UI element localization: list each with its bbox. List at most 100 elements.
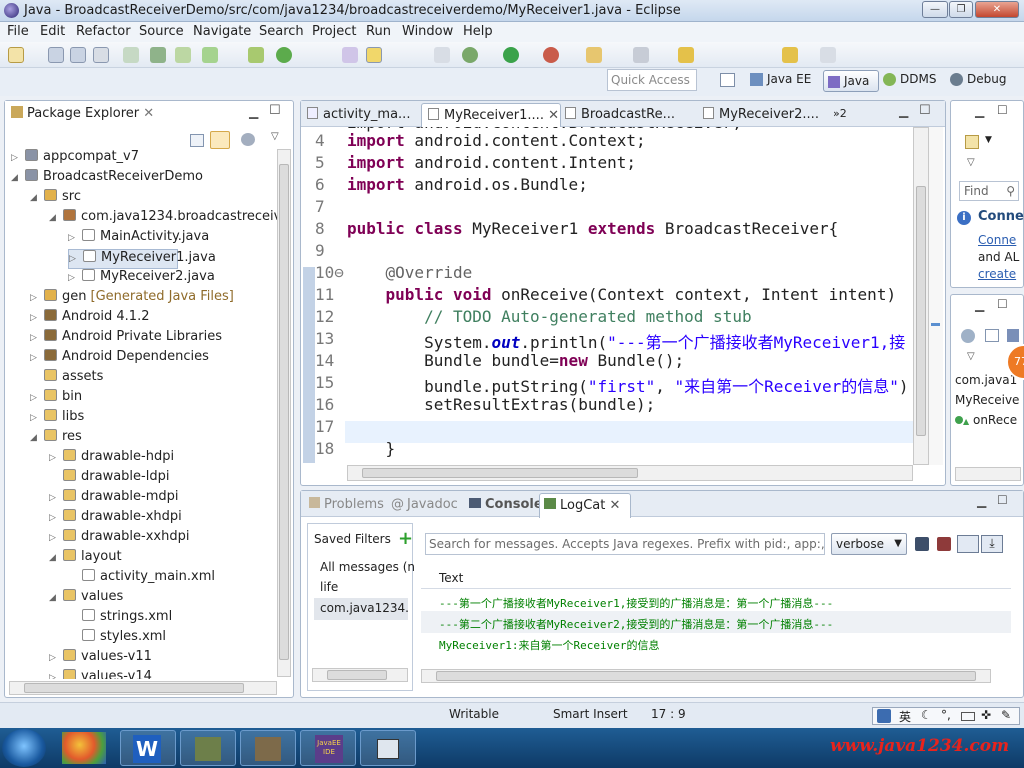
tree-item[interactable]: ▷ values-v11 bbox=[49, 649, 152, 669]
menu-refactor[interactable]: Refactor bbox=[76, 24, 131, 39]
filter-package[interactable]: com.java1234.b bbox=[314, 598, 408, 620]
close-view-icon[interactable]: ✕ bbox=[143, 106, 154, 121]
collapsed-arrow-icon[interactable]: ▷ bbox=[11, 153, 25, 163]
find-field[interactable]: Find ⚲ bbox=[959, 181, 1019, 201]
next-annotation-icon[interactable] bbox=[678, 47, 694, 63]
tree-item[interactable]: styles.xml bbox=[68, 629, 166, 649]
logcat-maximize-icon[interactable]: ☐ bbox=[997, 493, 1008, 507]
collapsed-arrow-icon[interactable]: ▷ bbox=[49, 673, 63, 679]
outline-class[interactable]: MyReceive bbox=[955, 393, 1019, 407]
collapsed-arrow-icon[interactable]: ▷ bbox=[30, 353, 44, 363]
java-project-icon[interactable] bbox=[248, 47, 264, 63]
taskbar-media-icon[interactable] bbox=[62, 732, 106, 764]
highlight-icon[interactable] bbox=[366, 47, 382, 63]
outline-minimize-icon[interactable]: ▁ bbox=[975, 298, 984, 312]
menu-edit[interactable]: Edit bbox=[40, 24, 65, 39]
filter-life[interactable]: life bbox=[320, 580, 338, 594]
editor-minimize-icon[interactable]: ▁ bbox=[899, 104, 908, 118]
bug-icon[interactable] bbox=[462, 47, 478, 63]
download-icon[interactable] bbox=[150, 47, 166, 63]
tree-item[interactable]: activity_main.xml bbox=[68, 569, 215, 589]
code-line[interactable]: import android.content.Context; bbox=[347, 131, 646, 153]
tree-item[interactable]: ▷ Android 4.1.2 bbox=[30, 309, 149, 329]
close-button[interactable]: ✕ bbox=[975, 1, 1019, 18]
minimize-button[interactable]: — bbox=[922, 1, 948, 18]
editor-maximize-icon[interactable]: ☐ bbox=[919, 103, 931, 118]
scroll-lock-icon[interactable]: ⤓ bbox=[981, 535, 1003, 553]
collapsed-arrow-icon[interactable]: ▷ bbox=[68, 233, 82, 243]
taskbar-app-button[interactable] bbox=[360, 730, 416, 766]
tree-item[interactable]: ▷ appcompat_v7 bbox=[11, 149, 139, 169]
code-line[interactable]: bundle.putString("first", "来自第一个Receiver… bbox=[347, 373, 908, 396]
tree-item[interactable]: ◢ com.java1234.broadcastreceiver bbox=[49, 209, 277, 229]
link-editor-icon[interactable] bbox=[210, 131, 230, 149]
print-icon[interactable] bbox=[93, 47, 109, 63]
logcat-minimize-icon[interactable]: ▁ bbox=[977, 494, 986, 508]
view-minimize-icon[interactable]: ▁ bbox=[249, 105, 258, 119]
open-folder-icon[interactable] bbox=[586, 47, 602, 63]
log-hscroll-thumb[interactable] bbox=[436, 671, 976, 681]
back-icon[interactable] bbox=[782, 47, 798, 63]
overview-marker[interactable] bbox=[931, 323, 940, 326]
code-line[interactable]: import android.os.Bundle; bbox=[347, 175, 588, 197]
ime-moon-icon[interactable]: ☾ bbox=[921, 708, 932, 722]
tree-item[interactable]: ▷ MyReceiver1.java bbox=[68, 249, 216, 269]
ime-keyboard-icon[interactable] bbox=[961, 712, 975, 721]
tree-item[interactable]: ◢ src bbox=[30, 189, 81, 209]
maximize-button[interactable]: ❐ bbox=[949, 1, 973, 18]
view-menu-icon[interactable] bbox=[241, 133, 255, 146]
log-column-header[interactable]: Text bbox=[421, 567, 1011, 589]
code-line[interactable]: setResultExtras(bundle); bbox=[347, 395, 655, 417]
editor-tabs-overflow[interactable]: »2 bbox=[833, 107, 847, 129]
menu-navigate[interactable]: Navigate bbox=[193, 24, 251, 39]
toggle-filters-icon[interactable] bbox=[957, 535, 979, 553]
ime-icon[interactable] bbox=[877, 709, 891, 723]
outline-hide-fields-icon[interactable] bbox=[961, 329, 975, 343]
outline-collapse-icon[interactable] bbox=[985, 329, 999, 342]
open-type-icon[interactable] bbox=[342, 47, 358, 63]
collapsed-arrow-icon[interactable]: ▷ bbox=[49, 453, 63, 463]
android-sdk-icon[interactable] bbox=[175, 47, 191, 63]
log-hscrollbar[interactable] bbox=[421, 669, 991, 683]
tree-item[interactable]: assets bbox=[30, 369, 103, 389]
editor-hscroll-thumb[interactable] bbox=[362, 468, 638, 478]
close-logcat-icon[interactable]: ✕ bbox=[610, 498, 621, 513]
code-line[interactable]: @Override bbox=[347, 263, 473, 285]
log-search-input[interactable]: Search for messages. Accepts Java regexe… bbox=[425, 533, 825, 555]
perspective-ddms[interactable]: DDMS bbox=[883, 72, 936, 90]
tree-item[interactable]: ◢ values bbox=[49, 589, 123, 609]
save-all-icon[interactable] bbox=[70, 47, 86, 63]
code-line[interactable]: Bundle bundle=new Bundle(); bbox=[347, 351, 684, 373]
tree-item[interactable]: ▷ drawable-hdpi bbox=[49, 449, 174, 469]
code-line[interactable]: public class MyReceiver1 extends Broadca… bbox=[347, 219, 838, 241]
add-filter-icon[interactable]: + bbox=[398, 528, 413, 549]
tab-problems[interactable]: Problems bbox=[309, 497, 384, 519]
tab-logcat[interactable]: LogCat ✕ bbox=[539, 493, 631, 518]
create-link[interactable]: create bbox=[978, 267, 1016, 281]
tree-item[interactable]: ▷ MyReceiver2.java bbox=[68, 269, 215, 289]
expanded-arrow-icon[interactable]: ◢ bbox=[30, 193, 44, 203]
tree-item[interactable]: ▷ Android Dependencies bbox=[30, 349, 209, 369]
perspective-java-ee[interactable]: Java EE bbox=[750, 72, 811, 90]
tab-console[interactable]: Console bbox=[469, 497, 543, 519]
ime-language[interactable]: 英 bbox=[899, 708, 911, 725]
collapsed-arrow-icon[interactable]: ▷ bbox=[49, 653, 63, 663]
clear-log-icon[interactable] bbox=[937, 537, 951, 551]
code-line[interactable]: } bbox=[347, 439, 396, 461]
tree-item[interactable]: ▷ drawable-xhdpi bbox=[49, 509, 182, 529]
collapsed-arrow-icon[interactable]: ▷ bbox=[30, 293, 44, 303]
ime-tools-icon[interactable]: ✜ bbox=[981, 708, 991, 722]
outline-sort-icon[interactable] bbox=[1007, 329, 1019, 342]
collapsed-arrow-icon[interactable]: ▷ bbox=[30, 313, 44, 323]
tree-item[interactable]: ▷ bin bbox=[30, 389, 82, 409]
package-explorer-tab[interactable]: Package Explorer ✕ bbox=[5, 101, 155, 127]
taskbar-ddms-button[interactable] bbox=[240, 730, 296, 766]
right-minimize-icon[interactable]: ▁ bbox=[975, 104, 984, 118]
collapsed-arrow-icon[interactable]: ▷ bbox=[69, 254, 83, 264]
task-view-menu-icon[interactable]: ▽ bbox=[967, 157, 975, 168]
save-log-icon[interactable] bbox=[915, 537, 929, 551]
outline-maximize-icon[interactable]: ☐ bbox=[997, 297, 1008, 311]
tree-vscroll-thumb[interactable] bbox=[279, 164, 289, 660]
start-button[interactable] bbox=[2, 729, 46, 767]
open-perspective-icon[interactable] bbox=[720, 73, 735, 87]
